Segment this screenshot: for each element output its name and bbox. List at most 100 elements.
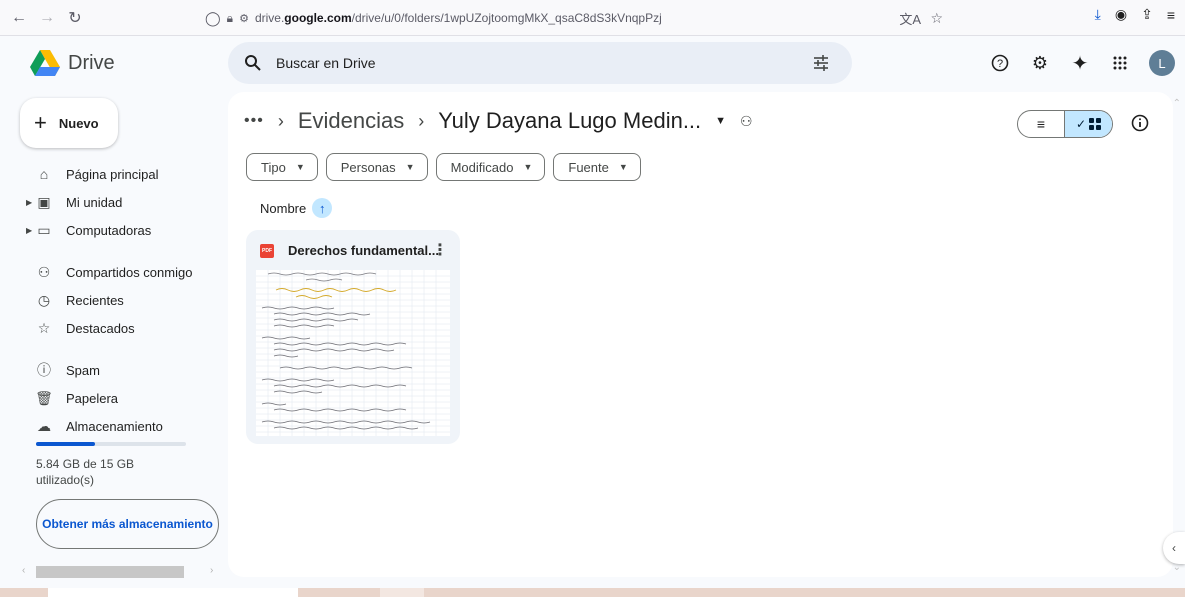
expand-caret-icon[interactable]: ▶ [26, 198, 32, 207]
sidebar-item-my-drive[interactable]: ▶ ▣ Mi unidad [20, 188, 220, 216]
file-card-header: PDF Derechos fundamental... ⋮ [246, 230, 460, 270]
more-options-icon[interactable]: ⋮ [432, 240, 448, 260]
sort-label: Nombre [260, 200, 307, 216]
sidebar-item-label: Página principal [66, 166, 159, 182]
filter-people-chip[interactable]: Personas ▼ [325, 153, 428, 181]
sidebar-item-computers[interactable]: ▶ ▭ Computadoras [20, 216, 220, 244]
help-icon[interactable]: ? [989, 52, 1011, 74]
info-icon[interactable] [1131, 114, 1149, 132]
dropdown-arrow-icon: ▼ [523, 162, 533, 172]
grid-icon [1089, 118, 1102, 130]
cloud-icon: ☁ [37, 417, 51, 434]
download-icon[interactable]: ⤓ [1095, 6, 1101, 23]
sidebar-item-label: Compartidos conmigo [66, 264, 193, 280]
folder-dropdown-icon[interactable]: ▼ [715, 115, 726, 127]
dropdown-arrow-icon: ▼ [618, 162, 628, 172]
new-button[interactable]: + Nuevo [20, 98, 118, 148]
permissions-icon[interactable]: ⚙ [239, 12, 249, 25]
home-icon: ⌂ [39, 166, 49, 182]
handwritten-page-thumbnail [256, 270, 450, 436]
filter-modified-chip[interactable]: Modificado ▼ [435, 153, 546, 181]
account-icon[interactable]: ◉ [1115, 6, 1127, 23]
scroll-up-icon[interactable]: ⌃ [1173, 98, 1181, 109]
sidebar-item-label: Mi unidad [66, 194, 123, 210]
chip-label: Tipo [261, 159, 286, 175]
chevron-right-icon: › [418, 110, 425, 131]
drive-header: Drive Buscar en Drive ? ⚙ ✦ L [0, 36, 1185, 92]
svg-text:?: ? [997, 58, 1003, 70]
scroll-left-icon[interactable]: ‹ [22, 565, 25, 576]
scrollbar-thumb[interactable] [36, 566, 184, 578]
url-text[interactable]: drive.google.com/drive/u/0/folders/1wpUZ… [255, 11, 662, 25]
chip-label: Modificado [450, 159, 514, 175]
sidebar-item-shared[interactable]: ⚇ Compartidos conmigo [20, 258, 220, 286]
trash-icon: 🗑︎ [35, 389, 53, 406]
sidebar-item-recent[interactable]: ◷ Recientes [20, 286, 220, 314]
back-icon[interactable]: ← [8, 7, 30, 29]
sidebar-item-home[interactable]: ⌂ Página principal [20, 160, 220, 188]
taskbar-item[interactable] [380, 588, 424, 597]
gemini-spark-icon[interactable]: ✦ [1069, 52, 1091, 75]
search-icon[interactable] [244, 54, 262, 72]
menu-icon[interactable]: ≡ [1167, 7, 1175, 23]
dropdown-arrow-icon: ▼ [295, 162, 305, 172]
view-toggle: ≡ ✓ [1017, 110, 1113, 138]
filter-type-chip[interactable]: Tipo ▼ [246, 153, 318, 181]
apps-grid-icon[interactable] [1109, 52, 1131, 74]
file-name[interactable]: Derechos fundamental... [288, 243, 439, 258]
filter-source-chip[interactable]: Fuente ▼ [553, 153, 641, 181]
list-view-button[interactable]: ≡ [1018, 111, 1066, 137]
computer-icon: ▭ [37, 221, 51, 238]
taskbar-item[interactable] [48, 588, 298, 597]
file-card[interactable]: PDF Derechos fundamental... ⋮ [246, 230, 460, 444]
sidebar-item-storage[interactable]: ☁ Almacenamiento [20, 412, 220, 440]
search-options-icon[interactable] [812, 54, 830, 72]
breadcrumb-current-folder[interactable]: Yuly Dayana Lugo Medin... [438, 108, 701, 134]
sidebar-nav: ⌂ Página principal ▶ ▣ Mi unidad ▶ ▭ Com… [20, 160, 220, 440]
sort-control[interactable]: Nombre ↑ [260, 198, 333, 218]
sidebar-item-label: Spam [66, 362, 100, 378]
chip-label: Fuente [568, 159, 609, 175]
spam-icon: ⓘ [37, 362, 51, 378]
sidebar-item-label: Computadoras [66, 222, 152, 238]
app-name[interactable]: Drive [68, 52, 115, 75]
lock-icon: 🔒︎ [226, 10, 234, 25]
sort-ascending-icon[interactable]: ↑ [312, 198, 333, 218]
forward-icon[interactable]: → [36, 7, 58, 29]
get-more-storage-button[interactable]: Obtener más almacenamiento [36, 499, 219, 549]
bookmark-star-icon[interactable]: ☆ [930, 10, 943, 27]
sidebar-item-spam[interactable]: ⓘ Spam [20, 356, 220, 384]
sidebar-item-trash[interactable]: 🗑︎ Papelera [20, 384, 220, 412]
breadcrumb: ••• › Evidencias › Yuly Dayana Lugo Medi… [244, 108, 753, 134]
address-bar[interactable]: ◯ 🔒︎ ⚙ drive.google.com/drive/u/0/folder… [205, 4, 965, 32]
drive-logo-icon[interactable] [30, 50, 60, 76]
check-icon: ✓ [1075, 117, 1087, 131]
dropdown-arrow-icon: ▼ [405, 162, 415, 172]
grid-view-button[interactable]: ✓ [1065, 111, 1112, 137]
scroll-right-icon[interactable]: › [210, 565, 213, 576]
extensions-icon[interactable]: ⇪ [1141, 6, 1153, 23]
sidebar-item-label: Recientes [66, 292, 124, 308]
sidebar-horizontal-scrollbar[interactable]: ‹ › [20, 564, 220, 580]
plus-icon: + [34, 110, 47, 135]
search-bar[interactable]: Buscar en Drive [228, 42, 852, 84]
star-icon: ☆ [37, 319, 51, 336]
chevron-right-icon: › [277, 110, 284, 131]
search-input[interactable]: Buscar en Drive [276, 55, 376, 71]
reload-icon[interactable]: ↻ [64, 7, 86, 29]
pdf-file-icon: PDF [260, 244, 274, 258]
translate-icon[interactable]: 文A [899, 9, 921, 28]
file-thumbnail[interactable] [256, 270, 450, 436]
avatar[interactable]: L [1149, 50, 1175, 76]
url-domain: google.com [284, 11, 352, 25]
breadcrumb-more-button[interactable]: ••• [244, 112, 264, 130]
sidebar-item-starred[interactable]: ☆ Destacados [20, 314, 220, 342]
breadcrumb-parent[interactable]: Evidencias [298, 108, 404, 134]
filter-chips: Tipo ▼ Personas ▼ Modificado ▼ Fuente ▼ [246, 153, 641, 181]
settings-gear-icon[interactable]: ⚙ [1029, 52, 1051, 74]
storage-progress-bar [36, 442, 186, 446]
expand-caret-icon[interactable]: ▶ [26, 226, 32, 235]
my-drive-icon: ▣ [37, 193, 51, 210]
taskbar-strip [0, 588, 1185, 597]
shield-icon: ◯ [205, 9, 221, 26]
